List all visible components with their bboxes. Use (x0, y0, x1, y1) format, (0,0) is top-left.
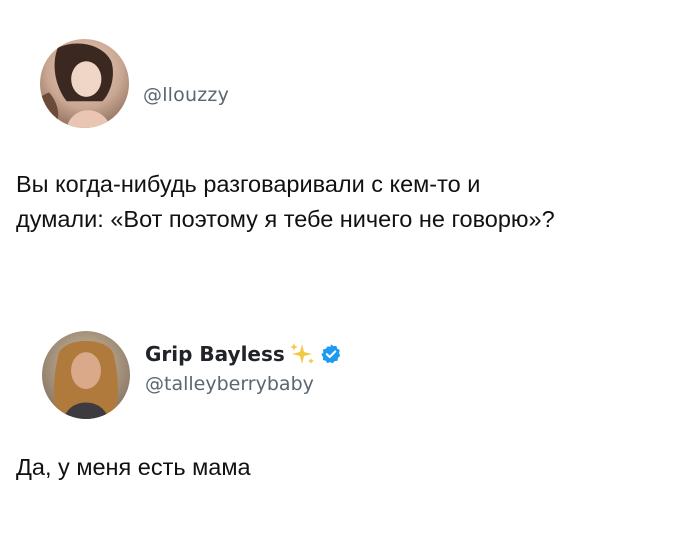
tweet-text: Вы когда-нибудь разговаривали с кем-то и… (16, 167, 696, 237)
tweet-post-1: @llouzzy Вы когда-нибудь разговаривали с… (0, 0, 700, 300)
display-name[interactable]: Grip Bayless (145, 342, 285, 366)
avatar[interactable] (40, 39, 129, 128)
tweet-text-line: Вы когда-нибудь разговаривали с кем-то и (16, 171, 481, 197)
avatar-photo-icon (40, 39, 129, 128)
verified-badge-icon (320, 343, 342, 365)
avatar-photo-icon (42, 331, 130, 419)
user-handle[interactable]: @llouzzy (143, 84, 229, 106)
tweet-text: Да, у меня есть мама (16, 450, 696, 485)
tweet-post-2: Grip Bayless @talleyberrybaby Да, у меня… (0, 300, 700, 546)
tweet-text-line: Да, у меня есть мама (16, 454, 251, 480)
user-handle[interactable]: @talleyberrybaby (145, 373, 314, 395)
sparkles-icon (288, 341, 316, 367)
tweet-text-line: думали: «Вот поэтому я тебе ничего не го… (16, 206, 555, 232)
name-row: Grip Bayless (145, 339, 342, 369)
avatar[interactable] (42, 331, 130, 419)
